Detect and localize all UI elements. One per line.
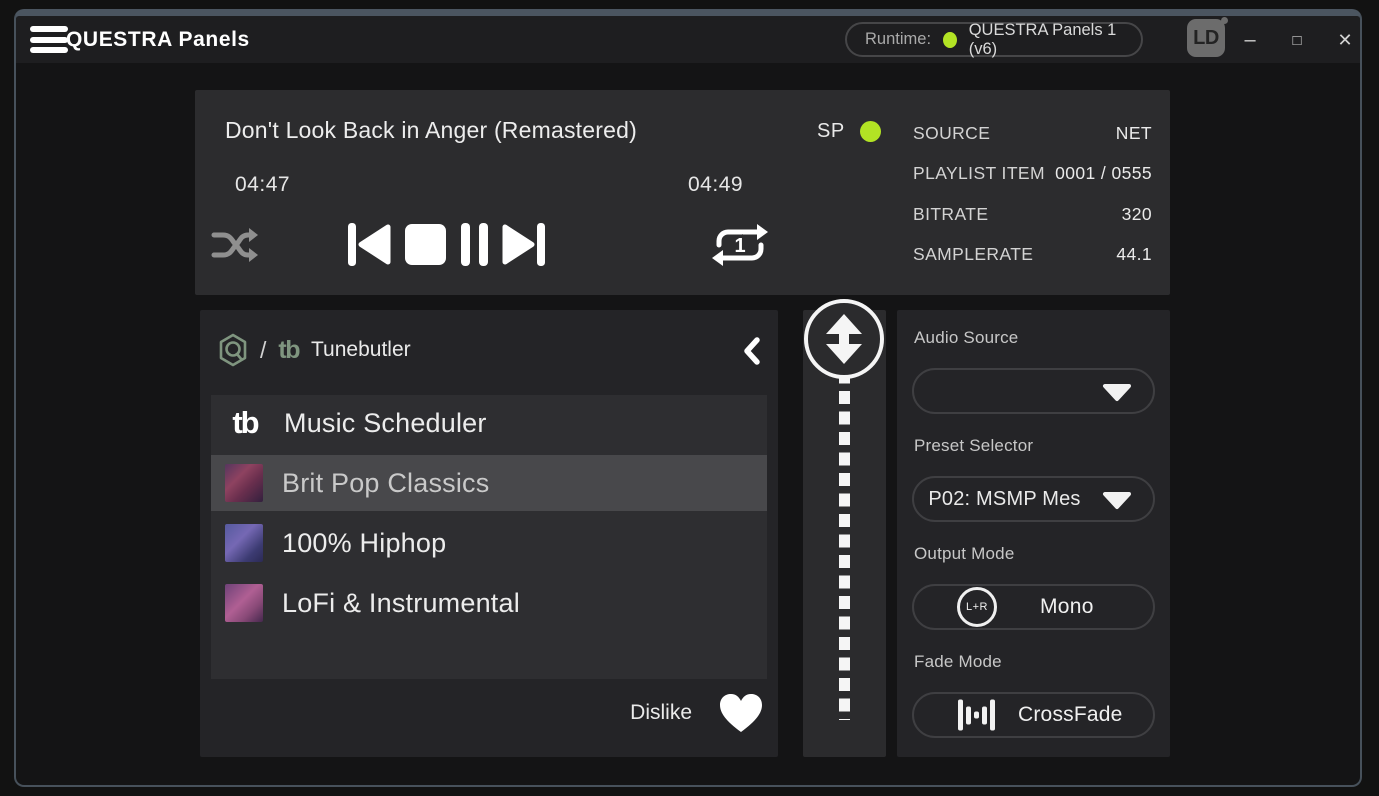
track-title: Don't Look Back in Anger (Remastered) (225, 117, 637, 144)
audio-source-dropdown[interactable] (912, 368, 1155, 414)
output-mode-label: Output Mode (914, 544, 1014, 564)
output-mode-value: Mono (1040, 595, 1094, 619)
info-label: SOURCE (913, 123, 990, 144)
playlist-panel: / tb Tunebutler tb Music Scheduler Brit … (200, 310, 778, 757)
app-window: QUESTRA Panels Runtime: QUESTRA Panels 1… (14, 9, 1362, 787)
chevron-down-icon (1101, 491, 1133, 510)
previous-track-icon[interactable] (345, 221, 392, 268)
player-panel: Don't Look Back in Anger (Remastered) SP… (195, 90, 1170, 295)
close-button[interactable]: ✕ (1329, 24, 1361, 56)
maximize-button[interactable]: □ (1281, 24, 1313, 56)
sp-label: SP (817, 120, 845, 143)
repeat-one-icon[interactable]: 1 (708, 216, 772, 274)
controls-panel: Audio Source Preset Selector P02: MSMP M… (897, 310, 1170, 757)
info-row-source: SOURCE NET (913, 113, 1152, 154)
info-row-samplerate: SAMPLERATE 44.1 (913, 235, 1152, 276)
list-item-label: Brit Pop Classics (282, 468, 489, 499)
info-row-playlist-item: PLAYLIST ITEM 0001 / 0555 (913, 154, 1152, 195)
fader-notch (839, 334, 849, 344)
next-track-icon[interactable] (501, 221, 548, 268)
heart-icon[interactable] (718, 692, 764, 734)
collapse-chevron-icon[interactable] (742, 336, 762, 366)
stream-info: SOURCE NET PLAYLIST ITEM 0001 / 0555 BIT… (913, 113, 1152, 275)
title-bar: QUESTRA Panels Runtime: QUESTRA Panels 1… (16, 16, 1360, 63)
transport-controls (345, 221, 548, 268)
info-row-bitrate: BITRATE 320 (913, 194, 1152, 235)
info-label: BITRATE (913, 204, 988, 225)
album-art-thumbnail (225, 584, 263, 622)
shuffle-icon[interactable] (211, 223, 259, 267)
hamburger-menu-icon[interactable] (30, 26, 68, 53)
screen: QUESTRA Panels Runtime: QUESTRA Panels 1… (0, 0, 1379, 796)
preset-selector-dropdown[interactable]: P02: MSMP Mes (912, 476, 1155, 522)
sp-status-dot-icon (860, 121, 881, 142)
output-mode-button[interactable]: L+R Mono (912, 584, 1155, 630)
list-item-lofi-instrumental[interactable]: LoFi & Instrumental (211, 575, 767, 631)
time-remaining: 04:49 (688, 173, 743, 197)
minimize-button[interactable]: – (1234, 24, 1266, 56)
repeat-count: 1 (734, 235, 745, 257)
fade-mode-button[interactable]: CrossFade (912, 692, 1155, 738)
info-value: 320 (1122, 204, 1152, 225)
breadcrumb-title: Tunebutler (311, 338, 411, 362)
list-item-label: LoFi & Instrumental (282, 588, 520, 619)
album-art-thumbnail (225, 524, 263, 562)
sp-status: SP (817, 120, 881, 143)
tunebutler-folder-icon: tb (225, 405, 265, 441)
preset-selector-label: Preset Selector (914, 436, 1033, 456)
preset-selected-value: P02: MSMP Mes (914, 478, 1095, 520)
runtime-status-pill[interactable]: Runtime: QUESTRA Panels 1 (v6) (845, 22, 1143, 57)
dislike-control: Dislike (630, 692, 764, 734)
info-label: PLAYLIST ITEM (913, 163, 1045, 184)
fader-handle[interactable] (804, 299, 884, 379)
fader-up-arrow-icon[interactable] (826, 314, 862, 334)
breadcrumb-separator: / (260, 337, 266, 364)
list-item-label: Music Scheduler (284, 408, 487, 439)
fade-mode-label: Fade Mode (914, 652, 1002, 672)
audio-source-label: Audio Source (914, 328, 1018, 348)
info-value: NET (1116, 123, 1152, 144)
l-plus-r-icon: L+R (957, 587, 997, 627)
chevron-down-icon (1101, 383, 1133, 402)
list-item-100-hiphop[interactable]: 100% Hiphop (211, 515, 767, 571)
info-value: 0001 / 0555 (1055, 163, 1152, 184)
info-value: 44.1 (1116, 244, 1152, 265)
breadcrumb[interactable]: / tb Tunebutler (218, 330, 411, 370)
crossfade-bars-icon (957, 700, 995, 731)
stop-icon[interactable] (403, 221, 448, 268)
time-elapsed: 04:47 (235, 173, 290, 197)
pause-icon[interactable] (459, 221, 490, 268)
playlist-list: tb Music Scheduler Brit Pop Classics 100… (211, 395, 767, 679)
runtime-status-dot-icon (943, 32, 957, 48)
info-label: SAMPLERATE (913, 244, 1033, 265)
fader-down-arrow-icon[interactable] (826, 344, 862, 364)
runtime-label: Runtime: (865, 30, 931, 49)
list-item-brit-pop-classics[interactable]: Brit Pop Classics (211, 455, 767, 511)
fade-mode-value: CrossFade (1018, 703, 1123, 727)
app-title: QUESTRA Panels (66, 16, 250, 63)
dislike-label: Dislike (630, 701, 692, 725)
fader-panel (803, 310, 886, 757)
list-item-music-scheduler[interactable]: tb Music Scheduler (211, 395, 767, 451)
ld-logo: LD (1187, 19, 1225, 57)
tunebutler-logo-icon: tb (278, 336, 299, 365)
runtime-value: QUESTRA Panels 1 (v6) (969, 21, 1123, 59)
list-item-label: 100% Hiphop (282, 528, 446, 559)
album-art-thumbnail (225, 464, 263, 502)
questra-hexagon-logo-icon (218, 333, 248, 367)
